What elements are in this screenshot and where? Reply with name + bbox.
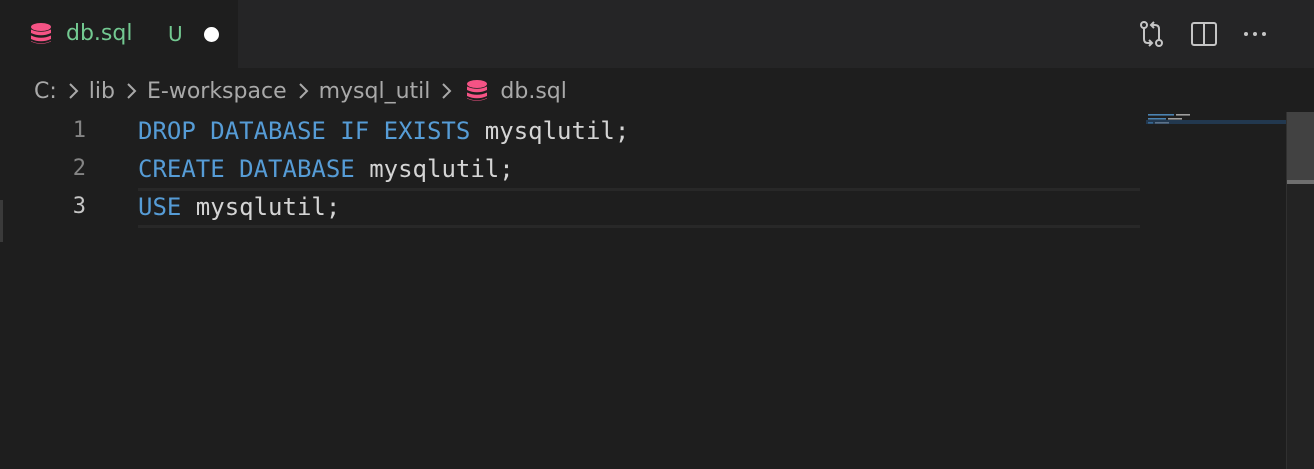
chevron-right-icon [434, 79, 458, 103]
tab-bar: db.sql U [0, 0, 1314, 68]
git-status-badge: U [168, 22, 183, 46]
line-number: 2 [72, 156, 86, 181]
sql-keyword: DROP DATABASE IF EXISTS [138, 117, 471, 145]
sql-keyword: USE [138, 193, 182, 221]
chevron-right-icon [61, 79, 85, 103]
unsaved-dot-icon[interactable] [204, 27, 219, 42]
sql-text: mysqlutil; [354, 155, 514, 183]
breadcrumb-item-file[interactable]: db.sql [500, 79, 566, 104]
glyph-margin-marker [0, 200, 3, 242]
line-content[interactable]: DROP DATABASE IF EXISTS mysqlutil; [138, 112, 629, 150]
minimap-current-line [1146, 120, 1286, 124]
chevron-right-icon [291, 79, 315, 103]
breadcrumb: C: lib E-workspace mysql_util db.sql [34, 74, 567, 108]
database-icon [30, 22, 52, 46]
split-editor-button[interactable] [1186, 16, 1222, 52]
scrollbar-cursor-marker [1287, 180, 1314, 184]
database-icon [466, 79, 488, 103]
code-line[interactable]: 1 DROP DATABASE IF EXISTS mysqlutil; [0, 112, 1140, 150]
more-actions-button[interactable] [1238, 16, 1274, 52]
code-line[interactable]: 2 CREATE DATABASE mysqlutil; [0, 150, 1140, 188]
breadcrumb-item-drive[interactable]: C: [34, 79, 57, 104]
vertical-scrollbar[interactable] [1286, 112, 1314, 469]
breadcrumb-item-folder[interactable]: mysql_util [319, 79, 431, 104]
line-content[interactable]: USE mysqlutil; [138, 188, 340, 226]
tab-db-sql[interactable]: db.sql U [0, 0, 238, 68]
editor-actions [1134, 16, 1284, 52]
breadcrumb-item-lib[interactable]: lib [89, 79, 115, 104]
sql-text: mysqlutil; [181, 193, 341, 221]
sql-text: mysqlutil; [470, 117, 630, 145]
scrollbar-thumb[interactable] [1287, 112, 1314, 182]
tab-label: db.sql [66, 21, 133, 46]
line-number: 1 [72, 118, 86, 143]
sql-keyword: CREATE DATABASE [138, 155, 355, 183]
editor-window: db.sql U C: lib E-workspace mysql_util d… [0, 0, 1314, 469]
line-content[interactable]: CREATE DATABASE mysqlutil; [138, 150, 514, 188]
breadcrumb-item-workspace[interactable]: E-workspace [147, 79, 287, 104]
code-line-active[interactable]: 3 USE mysqlutil; [0, 188, 1140, 226]
code-editor[interactable]: 1 DROP DATABASE IF EXISTS mysqlutil; 2 C… [0, 112, 1140, 469]
chevron-right-icon [119, 79, 143, 103]
line-number: 3 [72, 194, 86, 219]
open-changes-button[interactable] [1134, 16, 1170, 52]
minimap[interactable] [1146, 112, 1286, 132]
